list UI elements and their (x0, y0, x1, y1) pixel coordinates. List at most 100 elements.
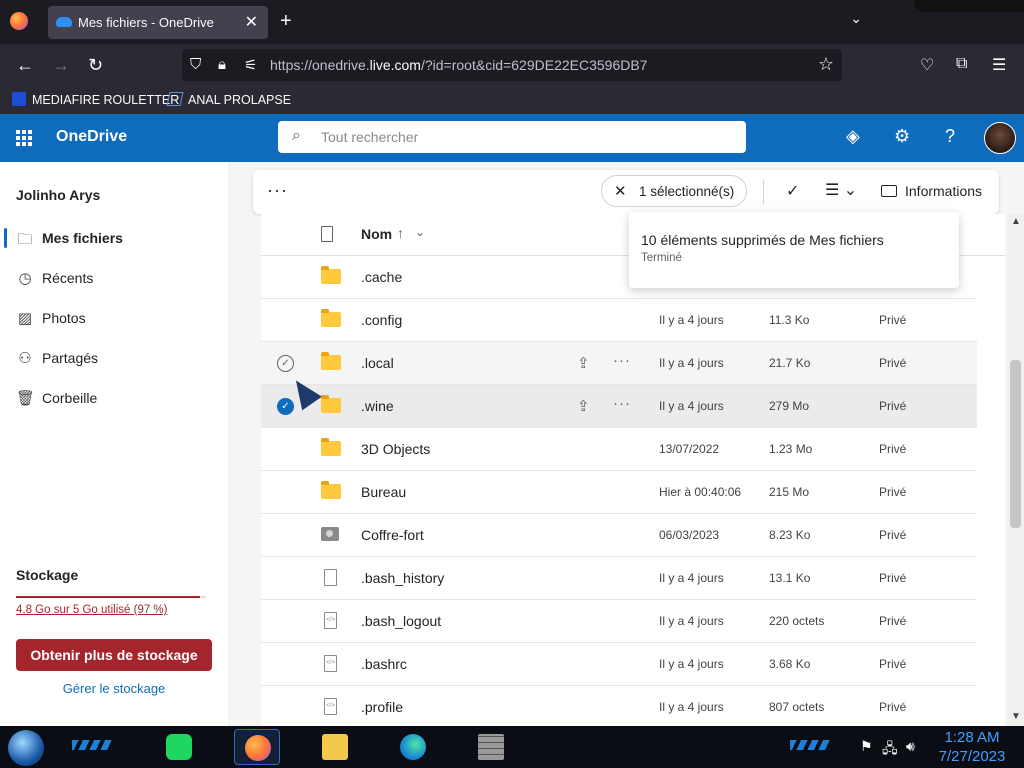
table-row[interactable]: 3D Objects 13/07/2022 1.23 Mo Privé (261, 428, 977, 471)
storage-title: Stockage (16, 567, 79, 583)
table-row[interactable]: Bureau Hier à 00:40:06 215 Mo Privé (261, 471, 977, 514)
avatar[interactable] (984, 122, 1016, 154)
file-size: 279 Mo (769, 399, 810, 413)
browser-tab[interactable]: Mes fichiers - OneDrive ✕ (48, 6, 268, 39)
start-button-icon[interactable] (8, 730, 44, 766)
more-actions-icon[interactable]: ··· (267, 180, 288, 201)
tab-list-chevron-icon[interactable]: ⌄ (850, 10, 862, 27)
view-options-icon[interactable]: ☰ ⌄ (825, 180, 857, 200)
modified-date: Il y a 4 jours (659, 657, 724, 671)
extensions-icon[interactable]: ⧉ (956, 55, 967, 73)
modified-date: Il y a 4 jours (659, 571, 724, 585)
volume-icon[interactable]: 🔊︎ (906, 738, 915, 755)
file-name[interactable]: .cache (361, 269, 402, 285)
selection-pill[interactable]: ✕ 1 sélectionné(s) (601, 175, 747, 207)
reload-icon[interactable]: ↻ (88, 55, 103, 76)
close-tab-icon[interactable]: ✕ (245, 12, 258, 32)
share-icon[interactable]: ⇪ (577, 354, 590, 372)
help-icon[interactable]: ? (945, 126, 955, 147)
permissions-icon[interactable]: ⚟ (244, 56, 257, 74)
firewall-app-icon[interactable] (468, 729, 514, 765)
row-checkbox[interactable]: ✓ (277, 398, 294, 415)
shield-icon[interactable]: ⛉ (190, 56, 201, 73)
scroll-up-icon[interactable]: ▲ (1011, 216, 1021, 227)
bookmark-star-icon[interactable]: ☆ (818, 54, 834, 75)
edge-app-icon[interactable] (390, 729, 436, 765)
bookmark-mediafire[interactable]: MEDIAFIRE ROULETTER (12, 92, 179, 107)
file-name[interactable]: .config (361, 312, 402, 328)
storage-progress-bar (16, 596, 206, 598)
onedrive-cloud-icon (56, 17, 72, 27)
table-row[interactable]: .bashrc Il y a 4 jours 3.68 Ko Privé (261, 643, 977, 686)
file-name[interactable]: .profile (361, 699, 403, 715)
sidebar-item-photos[interactable]: ▨ Photos (0, 300, 228, 336)
new-tab-icon[interactable]: + (280, 10, 292, 33)
file-icon (321, 569, 337, 586)
table-row[interactable]: .profile Il y a 4 jours 807 octets Privé (261, 686, 977, 729)
tab-title: Mes fichiers - OneDrive (78, 15, 214, 30)
storage-usage-link[interactable]: 4,8 Go sur 5 Go utilisé (97 %) (16, 604, 167, 616)
table-row[interactable]: ✓ .local ⇪ ··· Il y a 4 jours 21.7 Ko Privé (261, 342, 977, 385)
lock-icon[interactable]: 🔒︎ (218, 56, 226, 73)
scrollbar-thumb[interactable] (1010, 360, 1021, 528)
share-icon[interactable]: ⇪ (577, 397, 590, 415)
clear-selection-icon[interactable]: ✕ (614, 182, 627, 200)
sidebar-item-recycle-bin[interactable]: 🗑︎ Corbeille (0, 380, 228, 416)
select-all-check-icon[interactable]: ✓ (786, 181, 799, 201)
more-actions-icon[interactable]: ··· (613, 395, 631, 412)
app-title[interactable]: OneDrive (56, 128, 127, 146)
sidebar-item-my-files[interactable]: 🗀 Mes fichiers (0, 220, 228, 256)
pocket-icon[interactable]: ♡ (920, 55, 934, 75)
file-name[interactable]: Bureau (361, 484, 406, 500)
menu-icon[interactable]: ☰ (992, 55, 1006, 75)
bookmark-icon (166, 92, 184, 106)
scroll-down-icon[interactable]: ▼ (1011, 711, 1021, 722)
app-launcher-icon[interactable] (16, 130, 32, 146)
scrollbar[interactable]: ▲ ▼ (1007, 214, 1024, 726)
url-text[interactable]: https://onedrive.live.com/?id=root&cid=6… (270, 57, 647, 73)
table-row[interactable]: .bash_logout Il y a 4 jours 220 octets Priv… (261, 600, 977, 643)
manage-storage-link[interactable]: Gérer le stockage (0, 681, 228, 696)
clock-time: 1:28 AM (944, 729, 1000, 746)
photo-icon: ▨ (17, 310, 33, 327)
search-input[interactable]: Tout rechercher (321, 129, 418, 145)
network-icon[interactable]: 🖧︎ (882, 738, 898, 762)
sidebar-item-shared[interactable]: ⚇ Partagés (0, 340, 228, 376)
back-icon[interactable]: ← (16, 55, 34, 76)
file-name[interactable]: Coffre-fort (361, 527, 424, 543)
table-row[interactable]: .bash_history Il y a 4 jours 13.1 Ko Privé (261, 557, 977, 600)
file-name[interactable]: .wine (361, 398, 394, 414)
info-button[interactable]: Informations (881, 183, 982, 199)
system-clock[interactable]: 1:28 AM 7/27/2023 (930, 728, 1014, 766)
settings-gear-icon[interactable]: ⚙ (894, 126, 910, 147)
table-row[interactable]: Coffre-fort 06/03/2023 8.23 Ko Privé (261, 514, 977, 557)
file-size: 220 octets (769, 614, 825, 628)
file-name[interactable]: .bash_history (361, 570, 444, 586)
table-row[interactable]: .config Il y a 4 jours 11.3 Ko Privé (261, 299, 977, 342)
command-bar: ··· ✕ 1 sélectionné(s) ✓ ☰ ⌄ Information… (253, 170, 999, 214)
bookmark-anal-prolapse[interactable]: ANAL PROLAPSE (166, 92, 291, 107)
spotify-app-icon[interactable] (156, 729, 202, 765)
forward-icon[interactable]: → (52, 55, 70, 76)
file-explorer-app-icon[interactable] (312, 729, 358, 765)
file-name[interactable]: .bashrc (361, 656, 407, 672)
file-list: Nom ↑ ⌄ .cache .config Il y a 4 jours 11.3 … (261, 214, 1005, 729)
firefox-icon[interactable] (10, 12, 28, 30)
firefox-app-icon[interactable] (234, 729, 280, 765)
file-name[interactable]: .local (361, 355, 394, 371)
flag-icon[interactable]: ⚑ (860, 738, 873, 755)
more-actions-icon[interactable]: ··· (613, 352, 631, 369)
sidebar-item-recent[interactable]: ◷ Récents (0, 260, 228, 296)
column-header-name[interactable]: Nom (361, 226, 392, 242)
sort-ascending-icon[interactable]: ↑ (397, 225, 404, 241)
chevron-down-icon[interactable]: ⌄ (415, 225, 425, 239)
file-name[interactable]: .bash_logout (361, 613, 441, 629)
row-checkbox[interactable]: ✓ (277, 355, 294, 372)
premium-diamond-icon[interactable]: ◈ (846, 126, 860, 147)
get-more-storage-button[interactable]: Obtenir plus de stockage (16, 639, 212, 671)
url-bar[interactable]: ⛉ 🔒︎ ⚟ https://onedrive.live.com/?id=roo… (182, 49, 842, 81)
table-row[interactable]: ✓ .wine ⇪ ··· Il y a 4 jours 279 Mo Privé (261, 385, 977, 428)
search-box[interactable]: ⌕ Tout rechercher (278, 121, 746, 153)
file-name[interactable]: 3D Objects (361, 441, 430, 457)
code-file-icon (321, 698, 337, 715)
